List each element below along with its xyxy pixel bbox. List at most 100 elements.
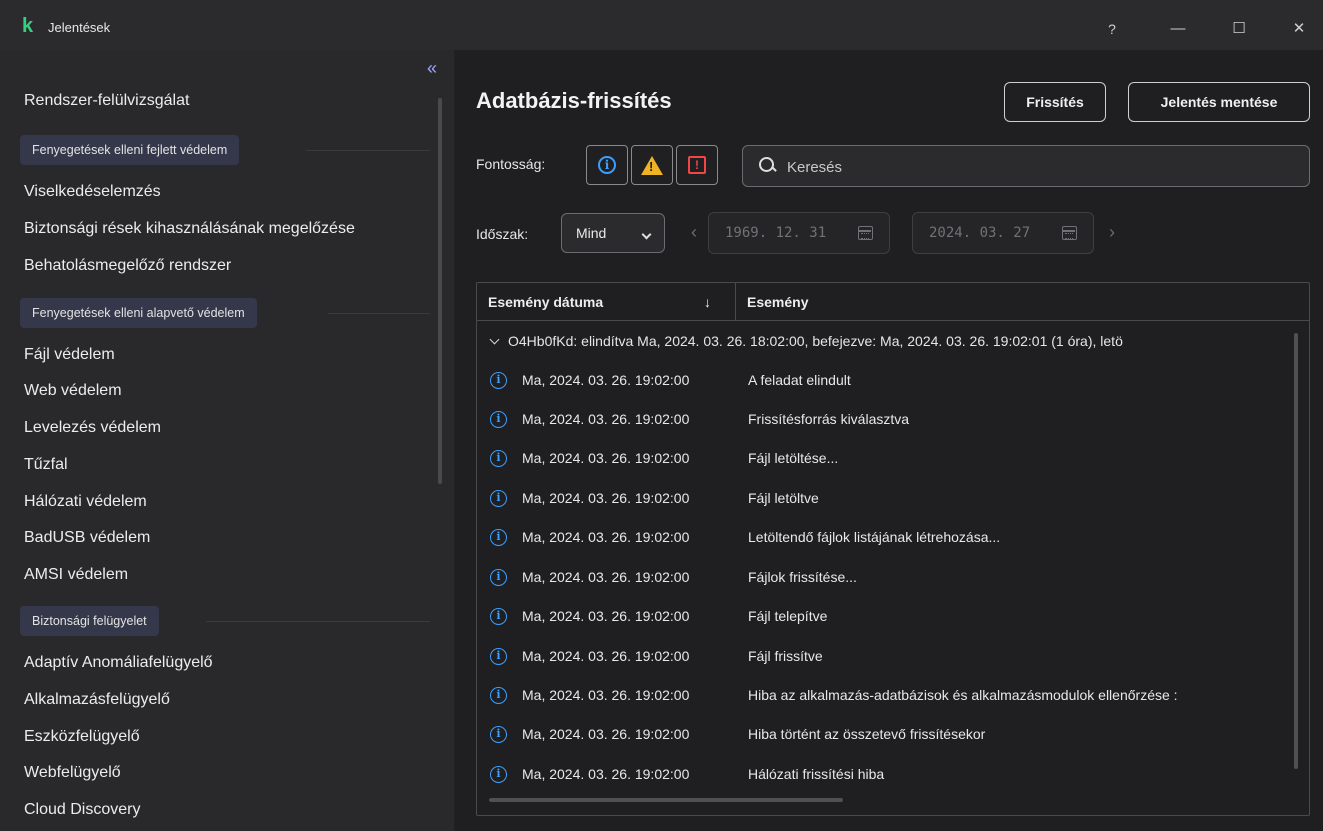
close-button[interactable]: ✕ bbox=[1281, 14, 1317, 44]
row-date: Ma, 2024. 03. 26. 19:02:00 bbox=[522, 411, 690, 427]
calendar-icon[interactable] bbox=[858, 226, 873, 240]
task-group-row[interactable]: O4Hb0fKd: elindítva Ma, 2024. 03. 26. 18… bbox=[477, 323, 1297, 359]
table-row[interactable]: i Ma, 2024. 03. 26. 19:02:00 Hálózati fr… bbox=[477, 755, 1297, 793]
sidebar-item-host-intrusion-prevention[interactable]: Behatolásmegelőző rendszer bbox=[24, 257, 231, 275]
sidebar-item-mail-protection[interactable]: Levelezés védelem bbox=[24, 419, 161, 437]
previous-period-icon[interactable]: ‹ bbox=[691, 222, 697, 243]
sidebar-item-device-control[interactable]: Eszközfelügyelő bbox=[24, 728, 140, 746]
sidebar-item-web-control[interactable]: Webfelügyelő bbox=[24, 764, 121, 782]
column-header-event[interactable]: Esemény bbox=[736, 283, 1296, 321]
sort-descending-icon[interactable]: ↓ bbox=[704, 283, 711, 321]
row-event: Letöltendő fájlok listájának létrehozása… bbox=[748, 529, 1001, 545]
page-title: Adatbázis-frissítés bbox=[476, 88, 672, 113]
row-date: Ma, 2024. 03. 26. 19:02:00 bbox=[522, 450, 690, 466]
table-row[interactable]: i Ma, 2024. 03. 26. 19:02:00 Hiba az alk… bbox=[477, 676, 1297, 714]
refresh-button[interactable]: Frissítés bbox=[1004, 82, 1106, 122]
info-icon: i bbox=[490, 608, 507, 625]
row-event: Frissítésforrás kiválasztva bbox=[748, 411, 910, 427]
date-from-field[interactable]: 1969. 12. 31 bbox=[708, 212, 890, 254]
sidebar-item-file-protection[interactable]: Fájl védelem bbox=[24, 346, 115, 364]
chevron-down-icon bbox=[641, 229, 652, 240]
error-icon: ! bbox=[688, 156, 706, 174]
row-date: Ma, 2024. 03. 26. 19:02:00 bbox=[522, 687, 690, 703]
table-header: Esemény dátuma ↓ Esemény bbox=[477, 283, 1309, 321]
info-icon: i bbox=[490, 648, 507, 665]
task-group-label: O4Hb0fKd: elindítva Ma, 2024. 03. 26. 18… bbox=[508, 333, 1123, 349]
table-row[interactable]: i Ma, 2024. 03. 26. 19:02:00 Frissítésfo… bbox=[477, 400, 1297, 438]
table-row[interactable]: i Ma, 2024. 03. 26. 19:02:00 Fájl telepí… bbox=[477, 597, 1297, 635]
chevron-down-icon[interactable] bbox=[489, 334, 500, 345]
row-date: Ma, 2024. 03. 26. 19:02:00 bbox=[522, 529, 690, 545]
period-select-value: Mind bbox=[576, 225, 607, 241]
table-row[interactable]: i Ma, 2024. 03. 26. 19:02:00 Fájl frissí… bbox=[477, 637, 1297, 675]
divider bbox=[306, 150, 430, 151]
table-row[interactable]: i Ma, 2024. 03. 26. 19:02:00 Fájlok fris… bbox=[477, 558, 1297, 596]
date-to-field[interactable]: 2024. 03. 27 bbox=[912, 212, 1094, 254]
next-period-icon[interactable]: › bbox=[1109, 222, 1115, 243]
sidebar-item-network-protection[interactable]: Hálózati védelem bbox=[24, 493, 147, 511]
info-icon: i bbox=[598, 156, 616, 174]
search-input[interactable] bbox=[787, 156, 1287, 178]
main-panel: Adatbázis-frissítés Frissítés Jelentés m… bbox=[456, 50, 1323, 831]
row-date: Ma, 2024. 03. 26. 19:02:00 bbox=[522, 648, 690, 664]
severity-error-toggle[interactable]: ! bbox=[676, 145, 718, 185]
date-to-value: 2024. 03. 27 bbox=[929, 225, 1031, 241]
severity-warning-toggle[interactable] bbox=[631, 145, 673, 185]
calendar-icon[interactable] bbox=[1062, 226, 1077, 240]
column-header-label: Esemény dátuma bbox=[488, 294, 604, 310]
info-icon: i bbox=[490, 529, 507, 546]
row-date: Ma, 2024. 03. 26. 19:02:00 bbox=[522, 490, 690, 506]
period-select[interactable]: Mind bbox=[561, 213, 665, 253]
row-event: A feladat elindult bbox=[748, 372, 851, 388]
column-header-event-date[interactable]: Esemény dátuma ↓ bbox=[477, 283, 736, 321]
kaspersky-logo-icon: k bbox=[22, 15, 34, 37]
sidebar-item-system-audit[interactable]: Rendszer-felülvizsgálat bbox=[24, 92, 189, 110]
table-row[interactable]: i Ma, 2024. 03. 26. 19:02:00 A feladat e… bbox=[477, 361, 1297, 399]
info-icon: i bbox=[490, 569, 507, 586]
sidebar-item-web-protection[interactable]: Web védelem bbox=[24, 382, 122, 400]
row-event: Fájl letöltése... bbox=[748, 450, 839, 466]
save-report-button[interactable]: Jelentés mentése bbox=[1128, 82, 1310, 122]
help-button[interactable]: ? bbox=[1094, 14, 1130, 44]
divider bbox=[206, 621, 430, 622]
row-date: Ma, 2024. 03. 26. 19:02:00 bbox=[522, 569, 690, 585]
sidebar-item-firewall[interactable]: Tűzfal bbox=[24, 456, 68, 474]
sidebar-scrollbar[interactable] bbox=[438, 98, 442, 484]
table-row[interactable]: i Ma, 2024. 03. 26. 19:02:00 Fájl letölt… bbox=[477, 479, 1297, 517]
row-date: Ma, 2024. 03. 26. 19:02:00 bbox=[522, 608, 690, 624]
row-event: Fájl telepítve bbox=[748, 608, 828, 624]
sidebar-item-amsi-protection[interactable]: AMSI védelem bbox=[24, 566, 128, 584]
severity-label: Fontosság: bbox=[476, 156, 546, 172]
severity-info-toggle[interactable]: i bbox=[586, 145, 628, 185]
sidebar-item-badusb-protection[interactable]: BadUSB védelem bbox=[24, 529, 150, 547]
table-horizontal-scrollbar[interactable] bbox=[489, 798, 843, 802]
table-row[interactable]: i Ma, 2024. 03. 26. 19:02:00 Letöltendő … bbox=[477, 518, 1297, 556]
sidebar-item-behavior-detection[interactable]: Viselkedéselemzés bbox=[24, 183, 161, 201]
maximize-button[interactable]: ☐ bbox=[1221, 14, 1257, 44]
window-title: Jelentések bbox=[48, 20, 111, 35]
info-icon: i bbox=[490, 411, 507, 428]
row-date: Ma, 2024. 03. 26. 19:02:00 bbox=[522, 766, 690, 782]
table-row[interactable]: i Ma, 2024. 03. 26. 19:02:00 Fájl letölt… bbox=[477, 439, 1297, 477]
sidebar-item-application-control[interactable]: Alkalmazásfelügyelő bbox=[24, 691, 170, 709]
collapse-sidebar-icon[interactable]: « bbox=[421, 58, 443, 80]
date-from-value: 1969. 12. 31 bbox=[725, 225, 827, 241]
row-event: Fájl frissítve bbox=[748, 648, 823, 664]
table-vertical-scrollbar[interactable] bbox=[1294, 333, 1298, 769]
minimize-button[interactable]: — bbox=[1160, 14, 1196, 44]
sidebar-item-exploit-prevention[interactable]: Biztonsági rések kihasználásának megelőz… bbox=[24, 220, 355, 238]
info-icon: i bbox=[490, 450, 507, 467]
row-event: Hiba történt az összetevő frissítésekor bbox=[748, 726, 986, 742]
row-date: Ma, 2024. 03. 26. 19:02:00 bbox=[522, 372, 690, 388]
sidebar-item-adaptive-anomaly-control[interactable]: Adaptív Anomáliafelügyelő bbox=[24, 654, 213, 672]
divider bbox=[328, 313, 430, 314]
table-row[interactable]: i Ma, 2024. 03. 26. 19:02:00 Hiba történ… bbox=[477, 715, 1297, 753]
title-bar: k Jelentések ? — ☐ ✕ bbox=[0, 0, 1323, 50]
info-icon: i bbox=[490, 490, 507, 507]
sidebar-item-cloud-discovery[interactable]: Cloud Discovery bbox=[24, 801, 140, 819]
warning-icon bbox=[641, 155, 663, 175]
row-date: Ma, 2024. 03. 26. 19:02:00 bbox=[522, 726, 690, 742]
info-icon: i bbox=[490, 687, 507, 704]
info-icon: i bbox=[490, 372, 507, 389]
info-icon: i bbox=[490, 766, 507, 783]
